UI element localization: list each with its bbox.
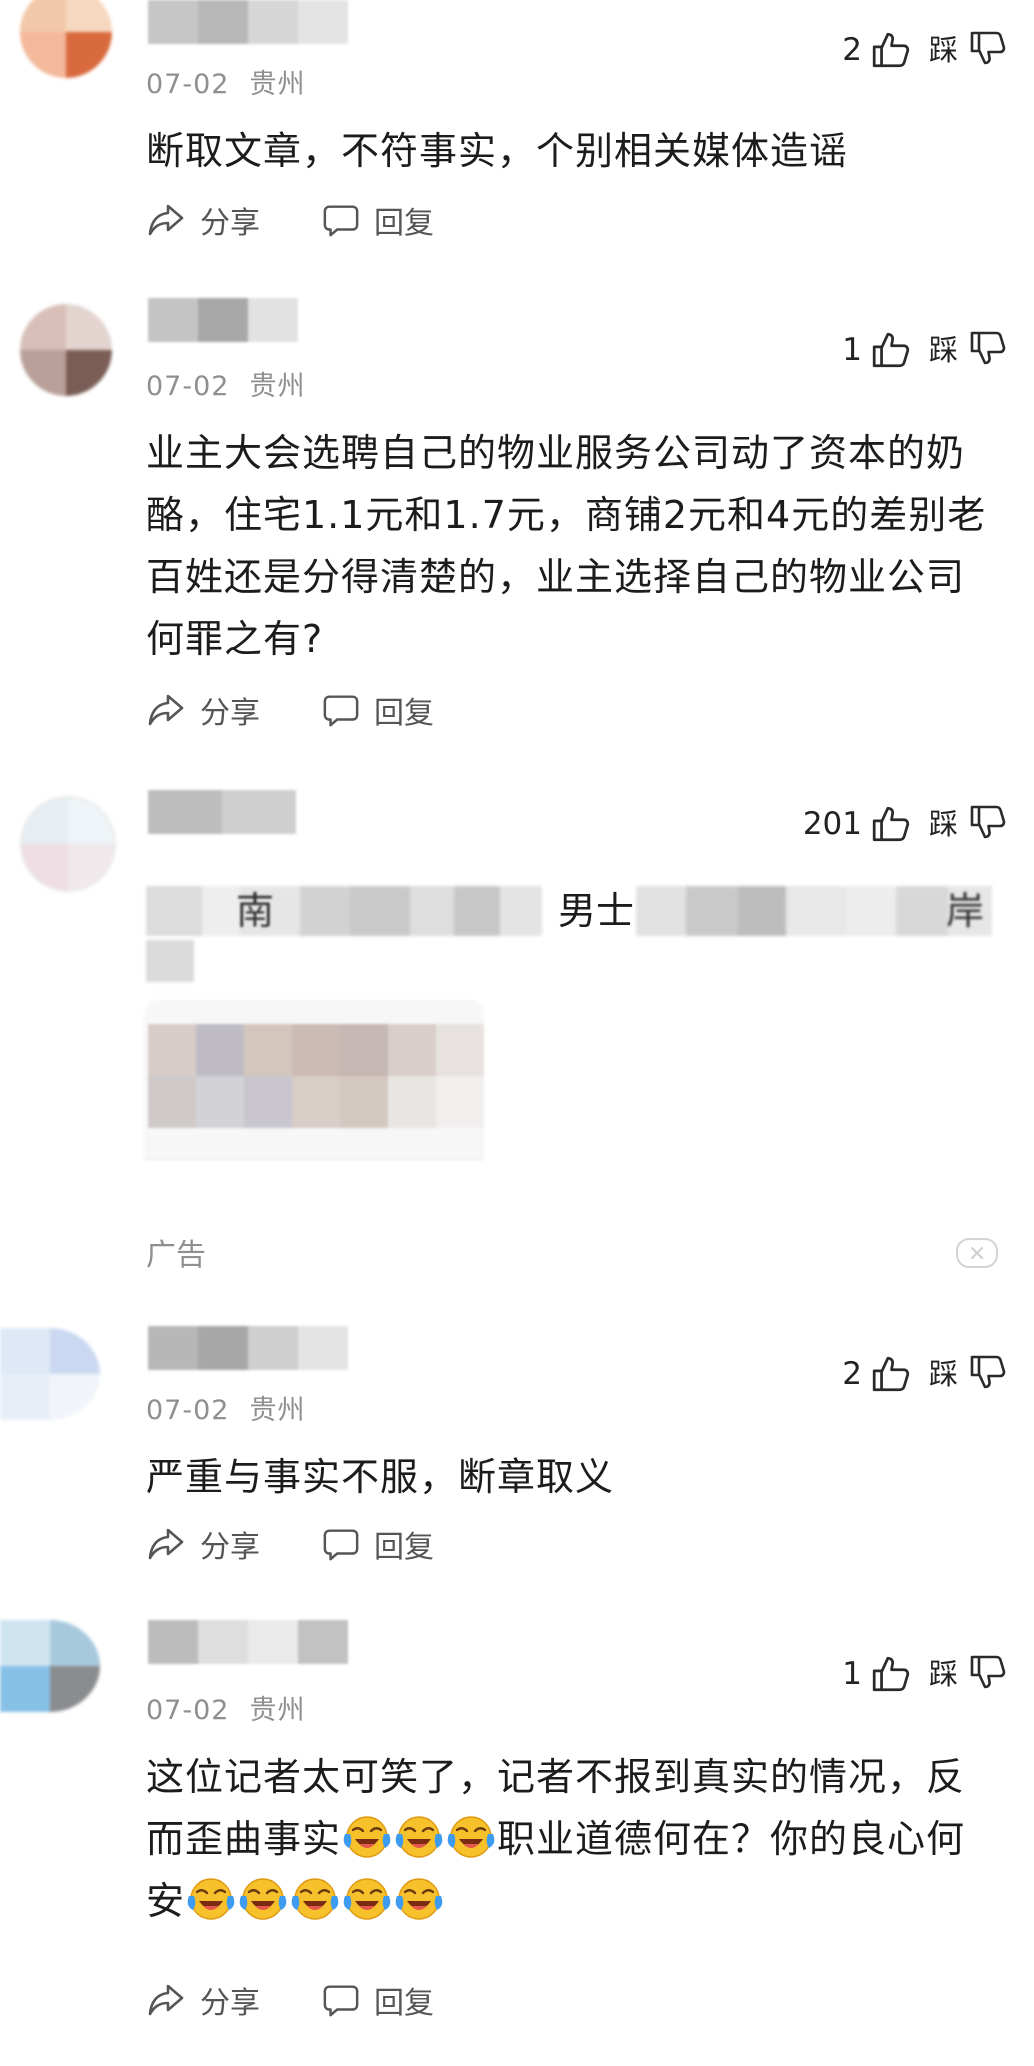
dislike-button[interactable]: 踩 [929, 798, 1008, 846]
avatar[interactable] [0, 1328, 100, 1420]
crying-laughing-emoji-icon [291, 1874, 339, 1922]
share-button[interactable]: 分享 [146, 1978, 260, 2022]
thumbs-up-icon [870, 1653, 912, 1695]
thumbs-down-icon [968, 1652, 1008, 1692]
crying-laughing-emoji-icon [395, 1812, 443, 1860]
share-arrow-icon [146, 1980, 186, 2020]
avatar[interactable] [0, 1620, 100, 1712]
dislike-label: 踩 [928, 1657, 958, 1691]
comment-text: 严重与事实不服，断章取义 [146, 1455, 615, 1499]
sponsored-comment: 201 踩 南 男士 岸 广告 [0, 0, 1034, 1300]
like-count: 2 [842, 1356, 862, 1392]
dislike-label: 踩 [928, 807, 958, 841]
crying-laughing-emoji-icon [343, 1812, 391, 1860]
ad-text-fragment: 岸 [946, 889, 985, 933]
comment-actions: 分享 回复 [146, 1522, 434, 1566]
comment-meta: 07-02 贵州 [146, 1688, 305, 1727]
crying-laughing-emoji-icon [343, 1874, 391, 1922]
crying-laughing-emoji-icon [395, 1874, 443, 1922]
username-redacted[interactable] [148, 1326, 348, 1370]
share-label: 分享 [200, 1986, 260, 2021]
ad-label: 广告 [146, 1238, 206, 1273]
ad-text-redacted [146, 886, 542, 936]
thumbs-down-icon [968, 802, 1008, 842]
dislike-label: 踩 [928, 1357, 958, 1391]
comment-item: 07-02 贵州 2 踩 严重与事实不服，断章取义 分享 回复 [0, 1320, 1034, 1610]
reply-button[interactable]: 回复 [322, 1978, 434, 2022]
comment-date: 07-02 [146, 1695, 230, 1726]
comment-text: 这位记者太可笑了，记者不报到真实的情况，反而歪曲事实 职业道德何在？你的良心何安 [146, 1746, 998, 1932]
like-button[interactable]: 201 [803, 800, 912, 848]
ad-text-fragment: 南 [236, 889, 275, 933]
thumbs-down-icon [968, 1352, 1008, 1392]
like-button[interactable]: 2 [842, 1350, 912, 1398]
comment-actions: 分享 回复 [146, 1978, 434, 2022]
reply-button[interactable]: 回复 [322, 1522, 434, 1566]
like-count: 201 [802, 806, 862, 842]
share-arrow-icon [146, 1524, 186, 1564]
ad-text-redacted [636, 886, 992, 936]
ad-image-card[interactable] [144, 1000, 484, 1196]
username-redacted[interactable] [148, 790, 296, 834]
thumbs-up-icon [870, 803, 912, 845]
comment-meta: 07-02 贵州 [146, 1388, 305, 1427]
crying-laughing-emoji-icon [187, 1874, 235, 1922]
reply-label: 回复 [374, 1986, 434, 2021]
close-icon [971, 1247, 983, 1259]
ad-close-button[interactable] [956, 1238, 998, 1268]
username-redacted[interactable] [148, 1620, 348, 1664]
share-label: 分享 [200, 1530, 260, 1565]
speech-bubble-icon [322, 1981, 360, 2019]
ad-text-fragment: 男士 [558, 889, 635, 933]
reply-label: 回复 [374, 1530, 434, 1565]
comment-location: 贵州 [249, 1395, 306, 1426]
dislike-button[interactable]: 踩 [929, 1648, 1008, 1696]
comment-date: 07-02 [146, 1395, 230, 1426]
crying-laughing-emoji-icon [447, 1812, 495, 1860]
like-button[interactable]: 1 [842, 1650, 912, 1698]
share-button[interactable]: 分享 [146, 1522, 260, 1566]
ad-text-redacted [146, 940, 194, 982]
speech-bubble-icon [322, 1525, 360, 1563]
avatar[interactable] [20, 796, 116, 892]
comment-location: 贵州 [249, 1695, 306, 1726]
comment-item: 07-02 贵州 1 踩 这位记者太可笑了，记者不报到真实的情况，反而歪曲事实 职业… [0, 1620, 1034, 2066]
thumbs-up-icon [870, 1353, 912, 1395]
dislike-button[interactable]: 踩 [929, 1348, 1008, 1396]
crying-laughing-emoji-icon [239, 1874, 287, 1922]
like-count: 1 [842, 1656, 862, 1692]
